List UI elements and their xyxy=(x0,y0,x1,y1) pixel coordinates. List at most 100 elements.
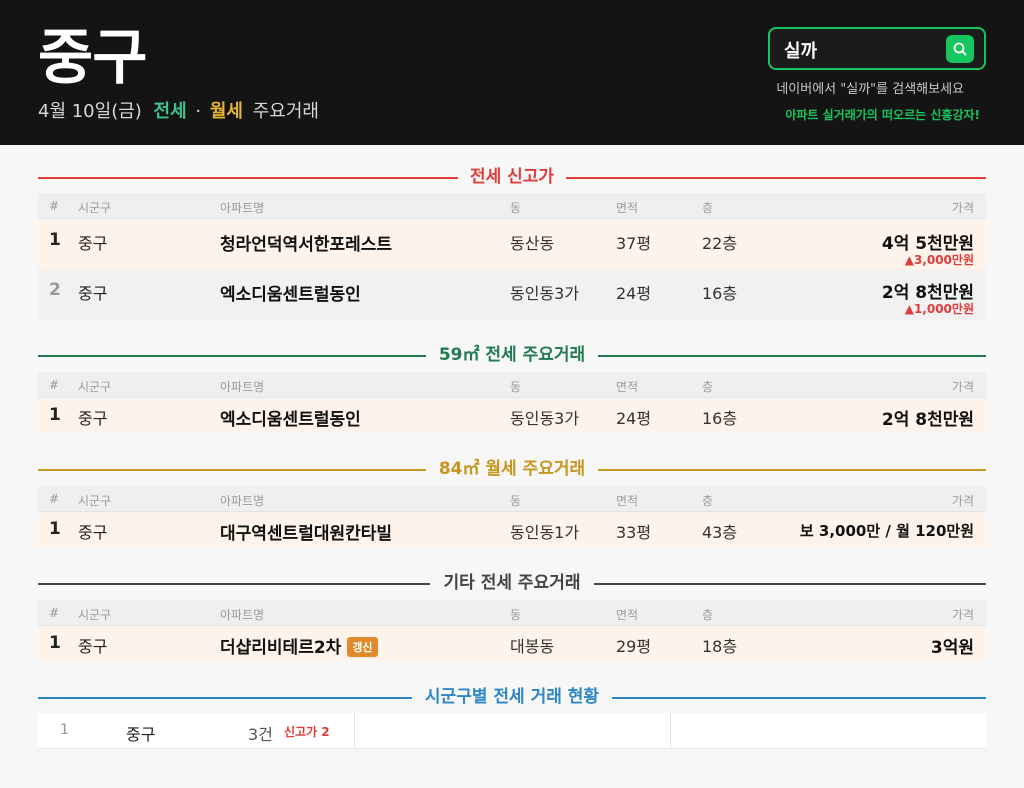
col-apt: 아파트명 xyxy=(220,380,265,394)
promo-text: 아파트 실거래가의 떠오르는 신흥강자! xyxy=(785,108,980,122)
col-price: 가격 xyxy=(951,201,974,215)
row-floor: 16층 xyxy=(702,409,738,428)
summary-grid: 1 중구 3건 신고가 2 xyxy=(38,713,986,749)
row-price-change: ▲3,000만원 xyxy=(904,253,974,267)
section-title-text: 기타 전세 주요거래 xyxy=(431,573,593,593)
row-area: 29평 xyxy=(616,637,652,656)
col-sigungu: 시군구 xyxy=(78,380,112,394)
search-hint: 네이버에서 "실까"를 검색해보세요 xyxy=(776,82,964,97)
col-num: # xyxy=(49,492,60,506)
col-area: 면적 xyxy=(616,608,639,622)
section-title-text: 59㎡ 전세 주요거래 xyxy=(426,345,598,365)
row-apt: 더샵리비테르2차 갱신 xyxy=(220,633,378,658)
row-floor: 22층 xyxy=(702,234,738,253)
search-query[interactable]: 실까 xyxy=(784,37,817,63)
row-floor: 18층 xyxy=(702,637,738,656)
row-area: 24평 xyxy=(616,409,652,428)
summary-cell[interactable]: 1 중구 3건 신고가 2 xyxy=(38,713,354,749)
search-icon xyxy=(953,42,967,56)
row-apt: 엑소디움센트럴동인 xyxy=(220,285,361,305)
row-num: 1 xyxy=(49,405,61,425)
col-dong: 동 xyxy=(510,494,522,508)
summary-num: 1 xyxy=(60,722,69,738)
col-floor: 층 xyxy=(702,608,714,622)
col-area: 면적 xyxy=(616,494,639,508)
col-floor: 층 xyxy=(702,380,714,394)
section-title-summary: 시군구별 전세 거래 현황 xyxy=(38,686,986,708)
row-price: 2억 8천만원 xyxy=(881,410,974,430)
col-num: # xyxy=(49,378,60,392)
table-header: # 시군구 아파트명 동 면적 층 가격 xyxy=(38,600,986,626)
table-row[interactable]: 1 중구 대구역센트럴대원칸타빌 동인동1가 33평 43층 보 3,000만 … xyxy=(38,513,986,547)
date-line: 4월 10일(금) 전세 · 월세 주요거래 xyxy=(38,100,319,124)
row-area: 33평 xyxy=(616,523,652,542)
row-sigungu: 중구 xyxy=(78,637,108,656)
row-apt: 청라언덕역서한포레스트 xyxy=(220,235,393,255)
col-apt: 아파트명 xyxy=(220,608,265,622)
section-title-84: 84㎡ 월세 주요거래 xyxy=(38,458,986,480)
row-dong: 동인동3가 xyxy=(510,284,580,303)
row-sigungu: 중구 xyxy=(78,523,108,542)
section-title-59: 59㎡ 전세 주요거래 xyxy=(38,344,986,366)
col-price: 가격 xyxy=(951,380,974,394)
col-price: 가격 xyxy=(951,608,974,622)
table-row[interactable]: 1 중구 더샵리비테르2차 갱신 대봉동 29평 18층 3억원 xyxy=(38,627,986,661)
row-num: 1 xyxy=(49,633,61,653)
row-dong: 동인동1가 xyxy=(510,523,580,542)
row-apt: 엑소디움센트럴동인 xyxy=(220,410,361,430)
summary-sigungu: 중구 xyxy=(126,725,156,744)
col-dong: 동 xyxy=(510,201,522,215)
col-sigungu: 시군구 xyxy=(78,494,112,508)
col-apt: 아파트명 xyxy=(220,494,265,508)
row-price: 3억원 xyxy=(930,638,974,658)
district-title: 중구 xyxy=(38,23,147,93)
keyword-wolse: 월세 xyxy=(209,101,243,122)
summary-record: 신고가 2 xyxy=(284,725,330,739)
summary-divider xyxy=(354,713,355,749)
col-area: 면적 xyxy=(616,380,639,394)
table-header: # 시군구 아파트명 동 면적 층 가격 xyxy=(38,486,986,512)
row-sigungu: 중구 xyxy=(78,409,108,428)
summary-count: 3건 xyxy=(248,725,273,744)
col-area: 면적 xyxy=(616,201,639,215)
row-num: 2 xyxy=(49,280,61,300)
col-apt: 아파트명 xyxy=(220,201,265,215)
row-price-change: ▲1,000만원 xyxy=(904,302,974,316)
row-dong: 동인동3가 xyxy=(510,409,580,428)
col-floor: 층 xyxy=(702,201,714,215)
row-dong: 동산동 xyxy=(510,234,555,253)
table-row[interactable]: 1 중구 엑소디움센트럴동인 동인동3가 24평 16층 2억 8천만원 xyxy=(38,399,986,433)
subtitle-tail: 주요거래 xyxy=(252,101,319,122)
summary-divider xyxy=(670,713,671,749)
separator-dot: · xyxy=(195,101,202,122)
row-apt: 대구역센트럴대원칸타빌 xyxy=(220,524,393,544)
row-num: 1 xyxy=(49,519,61,539)
row-floor: 16층 xyxy=(702,284,738,303)
col-sigungu: 시군구 xyxy=(78,201,112,215)
row-dong: 대봉동 xyxy=(510,637,555,656)
section-title-high: 전세 신고가 xyxy=(38,166,986,188)
row-floor: 43층 xyxy=(702,523,738,542)
row-area: 24평 xyxy=(616,284,652,303)
date-label: 4월 10일(금) xyxy=(38,101,142,122)
col-num: # xyxy=(49,606,60,620)
row-num: 1 xyxy=(49,230,61,250)
col-price: 가격 xyxy=(951,494,974,508)
renewal-badge: 갱신 xyxy=(347,637,378,657)
search-box[interactable]: 실까 xyxy=(768,27,986,70)
row-sigungu: 중구 xyxy=(78,234,108,253)
row-sigungu: 중구 xyxy=(78,284,108,303)
table-row[interactable]: 1 중구 청라언덕역서한포레스트 동산동 37평 22층 4억 5천만원 ▲3,… xyxy=(38,220,986,270)
table-header: # 시군구 아파트명 동 면적 층 가격 xyxy=(38,193,986,219)
search-button[interactable] xyxy=(946,35,974,63)
section-title-text: 84㎡ 월세 주요거래 xyxy=(426,459,598,479)
section-title-text: 시군구별 전세 거래 현황 xyxy=(412,687,612,707)
col-sigungu: 시군구 xyxy=(78,608,112,622)
section-title-etc: 기타 전세 주요거래 xyxy=(38,572,986,594)
header: 중구 4월 10일(금) 전세 · 월세 주요거래 실까 네이버에서 "실까"를… xyxy=(0,0,1024,145)
col-floor: 층 xyxy=(702,494,714,508)
row-price: 보 3,000만 / 월 120만원 xyxy=(799,522,974,540)
section-title-text: 전세 신고가 xyxy=(457,167,567,187)
table-row[interactable]: 2 중구 엑소디움센트럴동인 동인동3가 24평 16층 2억 8천만원 ▲1,… xyxy=(38,270,986,320)
row-apt-name: 더샵리비테르2차 xyxy=(220,638,342,658)
